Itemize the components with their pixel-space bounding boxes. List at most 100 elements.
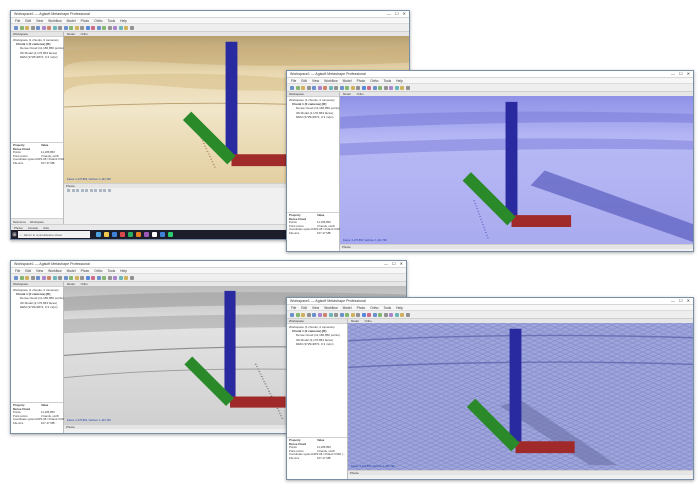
toolbar-tool-icon[interactable] [400,85,404,90]
model-viewport[interactable]: Model Ortho Faces: 2,176,863, Vertices: 1… [348,319,693,479]
menu-view[interactable]: View [36,19,43,23]
tree-item[interactable]: DEM (3725x3872, 0.3 m/px) [13,55,61,59]
toolbar-tool-icon[interactable] [118,25,123,30]
toolbar-tool-icon[interactable] [118,275,123,280]
model-canvas[interactable]: Faces: 2,176,863, Vertices: 1,101,790 [348,323,693,471]
menu-edit[interactable]: Edit [301,306,307,310]
toolbar-tool-icon[interactable] [124,25,128,30]
toolbar-tool-icon[interactable] [400,312,404,317]
taskbar-app-icon[interactable] [112,232,117,237]
maximize-button[interactable]: ☐ [395,12,399,16]
minimize-button[interactable]: — [671,72,675,76]
toolbar-tool-icon[interactable] [356,312,360,317]
toolbar-tool-icon[interactable] [345,312,349,317]
toolbar-tool-icon[interactable] [69,275,73,280]
tree-item[interactable]: Dense Cloud (11,186,850 points) [289,106,340,110]
toolbar-tool-icon[interactable] [113,275,117,280]
toolbar-tool-icon[interactable] [350,85,355,90]
tree-item[interactable]: Dense Cloud (11,186,850 points) [13,296,64,300]
toolbar-tool-icon[interactable] [312,312,316,317]
toolbar-tool-icon[interactable] [339,312,344,317]
menu-ortho[interactable]: Ortho [370,306,378,310]
close-button[interactable]: ✕ [687,72,690,76]
taskbar-app-icon[interactable] [144,232,149,237]
taskbar-app-icon[interactable] [152,232,157,237]
toolbar-tool-icon[interactable] [85,25,90,30]
toolbar-tool-icon[interactable] [389,85,393,90]
menu-photo[interactable]: Photo [357,79,366,83]
menu-tools[interactable]: Tools [107,269,115,273]
toolbar-tool-icon[interactable] [36,275,40,280]
toolbar-tool-icon[interactable] [107,275,112,280]
toolbar-tool-icon[interactable] [301,85,305,90]
toolbar-tool-icon[interactable] [301,312,305,317]
toolbar-tool-icon[interactable] [25,275,29,280]
toolbar-tool-icon[interactable] [25,25,29,30]
toolbar-tool-icon[interactable] [334,312,338,317]
toolbar-tool-icon[interactable] [52,25,57,30]
maximize-button[interactable]: ☐ [679,72,683,76]
toolbar-tool-icon[interactable] [372,85,377,90]
taskbar-app-icon[interactable] [96,232,101,237]
toolbar-tool-icon[interactable] [383,312,388,317]
toolbar-tool-icon[interactable] [323,312,327,317]
bottom-tab-console[interactable]: Console [28,226,38,230]
toolbar-tool-icon[interactable] [36,25,40,30]
photos-tool-icon[interactable] [89,189,93,192]
toolbar-tool-icon[interactable] [58,25,62,30]
taskbar-app-icon[interactable] [128,232,133,237]
toolbar-tool-icon[interactable] [383,85,388,90]
menu-tools[interactable]: Tools [107,19,115,23]
toolbar-tool-icon[interactable] [80,275,84,280]
toolbar-tool-icon[interactable] [63,25,68,30]
minimize-button[interactable]: — [384,262,388,266]
photos-tool-icon[interactable] [85,189,88,192]
toolbar-tool-icon[interactable] [41,275,46,280]
tree-item[interactable]: Dense Cloud (11,186,850 points) [13,46,64,50]
menu-tools[interactable]: Tools [383,79,391,83]
toolbar-tool-icon[interactable] [19,275,24,280]
toolbar-tool-icon[interactable] [405,312,410,317]
photos-tool-icon[interactable] [107,189,111,192]
toolbar-tool-icon[interactable] [389,312,393,317]
toolbar-tool-icon[interactable] [14,275,18,280]
toolbar-tool-icon[interactable] [405,85,410,90]
menu-model[interactable]: Model [67,19,76,23]
photos-tool-icon[interactable] [71,189,75,192]
taskbar-search[interactable]: ⌕ Wpisz tu wyszukiwane słowo [18,231,90,238]
tree-item[interactable]: DEM (3725x3872, 0.3 m/px) [289,342,345,346]
photos-tool-icon[interactable] [98,189,102,192]
tree-item[interactable]: Dense Cloud (11,186,850 points) [289,333,345,337]
start-button[interactable]: ⊞ [11,230,18,239]
menu-workflow[interactable]: Workflow [324,306,338,310]
toolbar-tool-icon[interactable] [47,25,51,30]
maximize-button[interactable]: ☐ [392,262,396,266]
toolbar-tool-icon[interactable] [102,25,106,30]
menu-photo[interactable]: Photo [81,269,90,273]
toolbar-tool-icon[interactable] [323,85,327,90]
menu-model[interactable]: Model [343,306,352,310]
menu-model[interactable]: Model [343,79,352,83]
toolbar-tool-icon[interactable] [129,275,134,280]
menu-help[interactable]: Help [396,79,403,83]
menu-workflow[interactable]: Workflow [48,269,62,273]
taskbar-app-icon[interactable] [120,232,125,237]
menu-file[interactable]: File [15,269,20,273]
toolbar-tool-icon[interactable] [295,312,300,317]
toolbar-tool-icon[interactable] [107,25,112,30]
toolbar-tool-icon[interactable] [356,85,360,90]
toolbar-tool-icon[interactable] [19,25,24,30]
toolbar-tool-icon[interactable] [306,85,311,90]
bottom-tab-jobs[interactable]: Jobs [43,226,49,230]
toolbar-tool-icon[interactable] [52,275,57,280]
maximize-button[interactable]: ☐ [679,299,683,303]
toolbar-tool-icon[interactable] [290,312,294,317]
toolbar-tool-icon[interactable] [345,85,349,90]
close-button[interactable]: ✕ [403,12,406,16]
photos-tool-icon[interactable] [67,189,70,192]
menu-file[interactable]: File [291,79,296,83]
toolbar-tool-icon[interactable] [14,25,18,30]
model-viewport[interactable]: Model Ortho Faces: 2,176,863, Vertices: 1… [340,92,693,251]
toolbar-tool-icon[interactable] [350,312,355,317]
toolbar-tool-icon[interactable] [69,25,73,30]
